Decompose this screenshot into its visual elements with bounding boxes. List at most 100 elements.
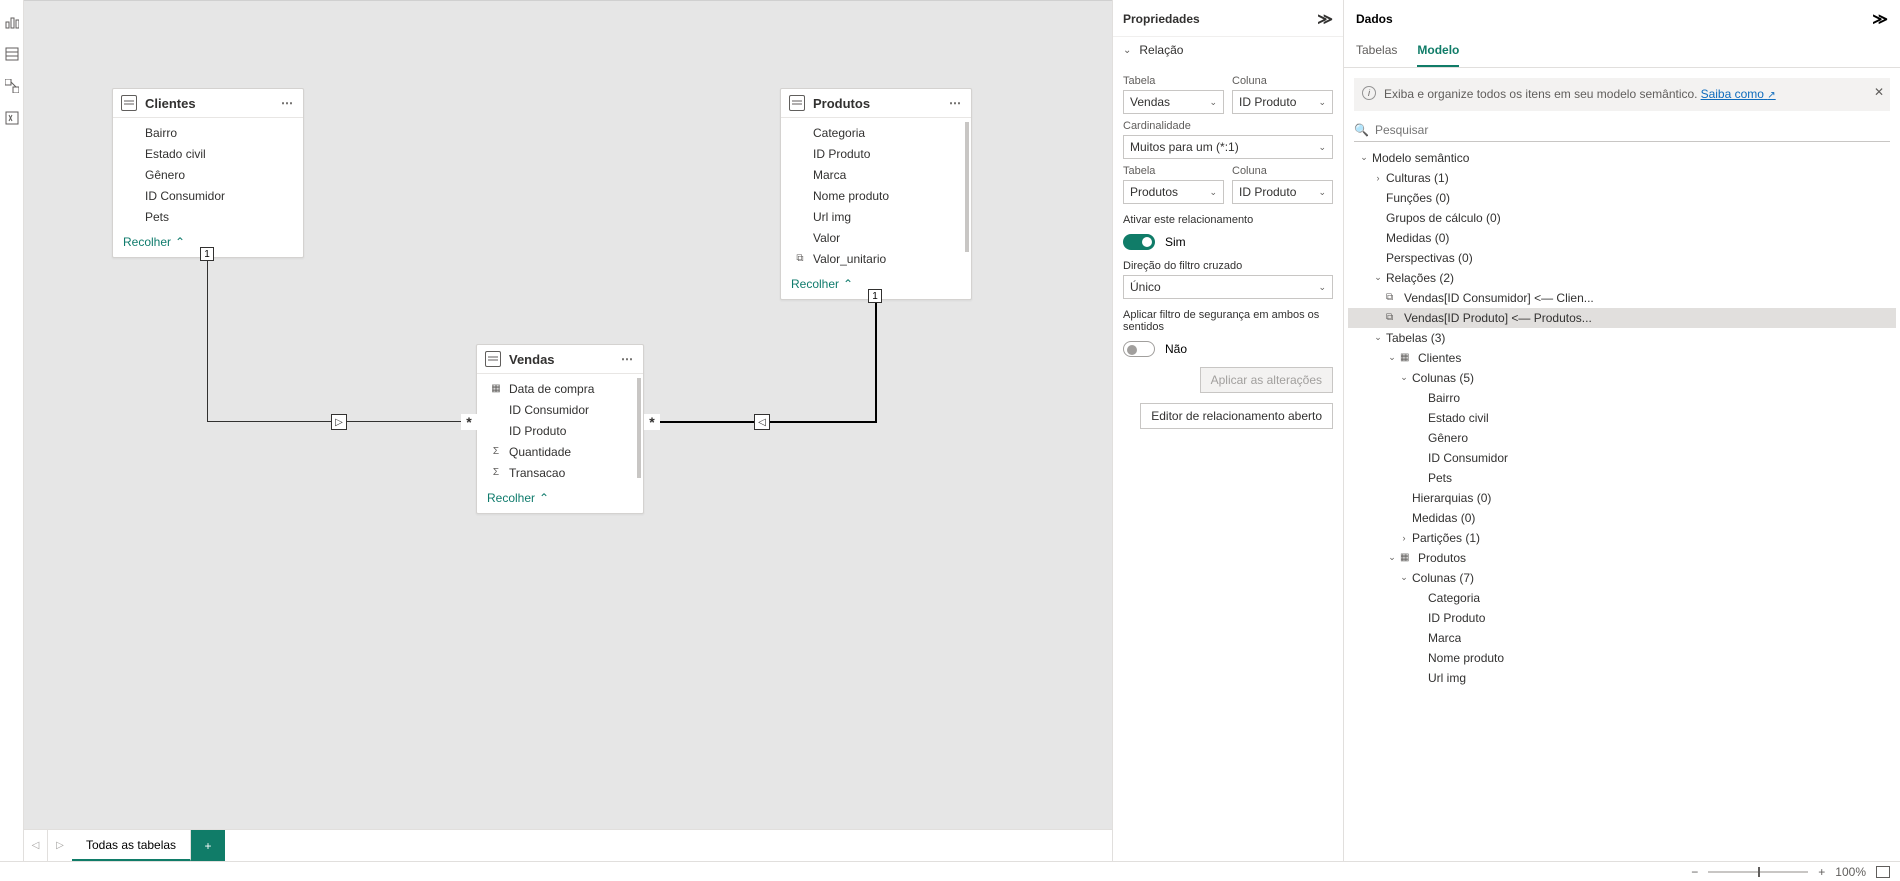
field-label: ID Produto	[509, 424, 566, 438]
zoom-slider[interactable]	[1708, 871, 1808, 873]
entity-header[interactable]: Clientes ⋯	[113, 89, 303, 118]
tree-relations[interactable]: ⌄Relações (2)	[1348, 268, 1896, 288]
field-row[interactable]: Nome produto	[781, 185, 971, 206]
field-row[interactable]: Bairro	[113, 122, 303, 143]
open-relationship-editor-button[interactable]: Editor de relacionamento aberto	[1140, 403, 1333, 429]
tab-add[interactable]: +	[191, 830, 225, 861]
field-row[interactable]: Pets	[113, 206, 303, 227]
tree-measures2[interactable]: Medidas (0)	[1348, 508, 1896, 528]
dropdown-table1[interactable]: Vendas⌄	[1123, 90, 1224, 114]
field-row[interactable]: ▦Data de compra	[477, 378, 643, 399]
toggle-apply-both[interactable]	[1123, 341, 1155, 357]
field-row[interactable]: ID Consumidor	[113, 185, 303, 206]
scrollbar[interactable]	[637, 378, 641, 478]
tree-tables[interactable]: ⌄Tabelas (3)	[1348, 328, 1896, 348]
field-row[interactable]: Url img	[781, 206, 971, 227]
scrollbar[interactable]	[965, 122, 969, 252]
entity-vendas[interactable]: Vendas ⋯ ▦Data de compra ID Consumidor I…	[476, 344, 644, 514]
tab-tables[interactable]: Tabelas	[1356, 34, 1397, 67]
field-row[interactable]: ΣTransacao	[477, 462, 643, 483]
more-icon[interactable]: ⋯	[949, 96, 963, 110]
field-row[interactable]: ΣQuantidade	[477, 441, 643, 462]
relationship-line-selected[interactable]	[875, 303, 877, 422]
chevron-down-icon: ⌄	[1318, 97, 1326, 108]
cardinality-one: 1	[868, 289, 882, 303]
tab-prev[interactable]: ◁	[24, 830, 48, 861]
tree-column[interactable]: Url img	[1348, 668, 1896, 688]
field-row[interactable]: ID Produto	[477, 420, 643, 441]
collapse-link[interactable]: Recolher⌃	[477, 487, 643, 513]
dropdown-col2[interactable]: ID Produto⌄	[1232, 180, 1333, 204]
tree-root[interactable]: ⌄Modelo semântico	[1348, 148, 1896, 168]
field-row[interactable]: ⧉Valor_unitario	[781, 248, 971, 269]
entity-header[interactable]: Produtos ⋯	[781, 89, 971, 118]
field-row[interactable]: ID Produto	[781, 143, 971, 164]
section-header[interactable]: ⌄ Relação	[1113, 36, 1343, 63]
more-icon[interactable]: ⋯	[621, 352, 635, 366]
model-view-icon[interactable]	[0, 72, 24, 100]
tree-column[interactable]: Pets	[1348, 468, 1896, 488]
relationship-line[interactable]	[207, 261, 208, 421]
tree-perspectives[interactable]: Perspectivas (0)	[1348, 248, 1896, 268]
model-canvas[interactable]: Clientes ⋯ Bairro Estado civil Gênero ID…	[24, 0, 1112, 861]
tree-table-clientes[interactable]: ⌄▦Clientes	[1348, 348, 1896, 368]
report-view-icon[interactable]	[0, 8, 24, 36]
zoom-knob[interactable]	[1758, 867, 1760, 877]
toggle-activate[interactable]	[1123, 234, 1155, 250]
search-input[interactable]	[1375, 123, 1890, 137]
tree-columns[interactable]: ⌄Colunas (7)	[1348, 568, 1896, 588]
entity-clientes[interactable]: Clientes ⋯ Bairro Estado civil Gênero ID…	[112, 88, 304, 258]
tree-column[interactable]: Bairro	[1348, 388, 1896, 408]
tree-column[interactable]: Categoria	[1348, 588, 1896, 608]
sigma-icon: Σ	[487, 445, 505, 459]
tree-column[interactable]: ID Produto	[1348, 608, 1896, 628]
fit-to-page-icon[interactable]	[1876, 866, 1890, 878]
tree-column[interactable]: Marca	[1348, 628, 1896, 648]
entity-title: Vendas	[509, 352, 621, 367]
toggle-label: Não	[1165, 342, 1187, 356]
dax-view-icon[interactable]	[0, 104, 24, 132]
tree-table-produtos[interactable]: ⌄▦Produtos	[1348, 548, 1896, 568]
tree-column[interactable]: ID Consumidor	[1348, 448, 1896, 468]
learn-more-link[interactable]: Saiba como ↗	[1701, 87, 1776, 101]
tab-model[interactable]: Modelo	[1417, 34, 1459, 67]
tree-label: ID Consumidor	[1428, 451, 1508, 465]
tree-relation-item[interactable]: ⧉Vendas[ID Consumidor] <— Clien...	[1348, 288, 1896, 308]
tree-column[interactable]: Gênero	[1348, 428, 1896, 448]
more-icon[interactable]: ⋯	[281, 96, 295, 110]
tree-partitions[interactable]: ›Partições (1)	[1348, 528, 1896, 548]
zoom-in[interactable]: +	[1818, 865, 1825, 879]
tab-all-tables[interactable]: Todas as tabelas	[72, 830, 191, 861]
tree-calc-groups[interactable]: Grupos de cálculo (0)	[1348, 208, 1896, 228]
field-row[interactable]: Valor	[781, 227, 971, 248]
tree-column[interactable]: Estado civil	[1348, 408, 1896, 428]
entity-header[interactable]: Vendas ⋯	[477, 345, 643, 374]
collapse-panel-icon[interactable]: ≫	[1872, 10, 1888, 28]
collapse-panel-icon[interactable]: ≫	[1317, 10, 1333, 28]
cardinality-many: *	[644, 414, 660, 430]
dropdown-cross-filter[interactable]: Único⌄	[1123, 275, 1333, 299]
dropdown-table2[interactable]: Produtos⌄	[1123, 180, 1224, 204]
tree-columns[interactable]: ⌄Colunas (5)	[1348, 368, 1896, 388]
field-row[interactable]: Marca	[781, 164, 971, 185]
field-label: Bairro	[145, 126, 177, 140]
tree-roles[interactable]: Funções (0)	[1348, 188, 1896, 208]
tree-relation-item[interactable]: ⧉Vendas[ID Produto] <— Produtos...	[1348, 308, 1896, 328]
zoom-out[interactable]: −	[1691, 865, 1698, 879]
close-icon[interactable]: ✕	[1874, 84, 1884, 100]
tree-hierarchies[interactable]: Hierarquias (0)	[1348, 488, 1896, 508]
field-row[interactable]: ID Consumidor	[477, 399, 643, 420]
field-label: Nome produto	[813, 189, 889, 203]
field-row[interactable]: Gênero	[113, 164, 303, 185]
field-row[interactable]: Categoria	[781, 122, 971, 143]
tab-next[interactable]: ▷	[48, 830, 72, 861]
field-row[interactable]: Estado civil	[113, 143, 303, 164]
dropdown-cardinality[interactable]: Muitos para um (*:1)⌄	[1123, 135, 1333, 159]
entity-produtos[interactable]: Produtos ⋯ Categoria ID Produto Marca No…	[780, 88, 972, 300]
dropdown-col1[interactable]: ID Produto⌄	[1232, 90, 1333, 114]
tree-column[interactable]: Nome produto	[1348, 648, 1896, 668]
data-view-icon[interactable]	[0, 40, 24, 68]
external-link-icon: ↗	[1767, 90, 1775, 101]
tree-measures[interactable]: Medidas (0)	[1348, 228, 1896, 248]
tree-cultures[interactable]: ›Culturas (1)	[1348, 168, 1896, 188]
